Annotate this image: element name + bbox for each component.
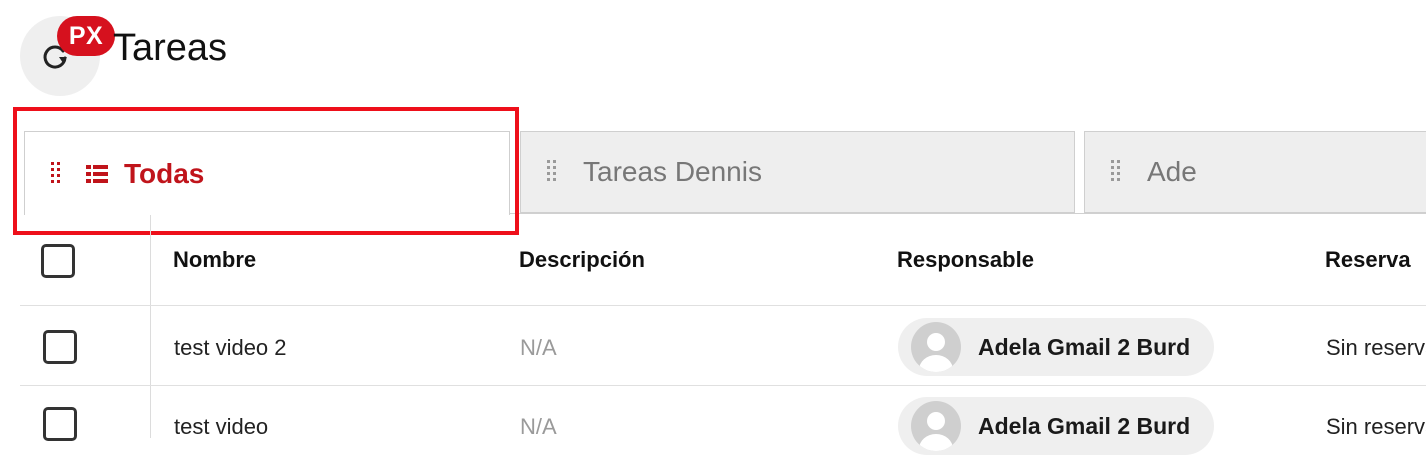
column-header-descripcion[interactable]: Descripción xyxy=(519,247,645,273)
row-divider xyxy=(20,385,1426,386)
select-all-checkbox[interactable] xyxy=(41,244,75,278)
tab-label: Tareas Dennis xyxy=(583,156,762,187)
task-name[interactable]: test video xyxy=(174,414,268,440)
avatar xyxy=(911,401,961,451)
user-avatar-icon xyxy=(919,412,953,451)
tab-tareas-dennis[interactable]: Tareas Dennis xyxy=(520,131,1075,213)
tab-todas[interactable]: Todas xyxy=(24,131,510,215)
drag-handle-icon[interactable] xyxy=(1110,159,1122,185)
checkbox-column-divider xyxy=(150,215,151,438)
tab-label: Ade xyxy=(1147,156,1197,187)
page-title: Tareas xyxy=(113,27,228,69)
assignee-name: Adela Gmail 2 Burd xyxy=(978,412,1191,439)
px-badge: PX xyxy=(57,16,115,56)
list-icon xyxy=(86,164,108,183)
task-name[interactable]: test video 2 xyxy=(174,335,287,361)
column-header-responsable[interactable]: Responsable xyxy=(897,247,1034,273)
column-header-nombre[interactable]: Nombre xyxy=(173,247,256,273)
task-description: N/A xyxy=(520,414,557,439)
column-header-reserva[interactable]: Reserva xyxy=(1325,247,1411,273)
row-checkbox[interactable] xyxy=(43,330,77,364)
task-description: N/A xyxy=(520,335,557,360)
drag-handle-icon[interactable] xyxy=(50,161,62,187)
tabs-bar: Todas Tareas Dennis Ade xyxy=(0,131,1426,215)
assignee-chip[interactable]: Adela Gmail 2 Burd xyxy=(898,397,1214,455)
row-divider xyxy=(20,305,1426,306)
avatar xyxy=(911,322,961,372)
assignee-name: Adela Gmail 2 Burd xyxy=(978,333,1191,360)
tab-label: Todas xyxy=(124,157,205,189)
task-reservation: Sin reserva xyxy=(1326,414,1426,439)
drag-handle-icon[interactable] xyxy=(546,159,558,185)
row-checkbox[interactable] xyxy=(43,407,77,441)
user-avatar-icon xyxy=(919,333,953,372)
assignee-chip[interactable]: Adela Gmail 2 Burd xyxy=(898,318,1214,376)
tabs-divider xyxy=(510,213,1426,214)
tab-ade[interactable]: Ade xyxy=(1084,131,1426,213)
task-reservation: Sin reserva xyxy=(1326,335,1426,360)
